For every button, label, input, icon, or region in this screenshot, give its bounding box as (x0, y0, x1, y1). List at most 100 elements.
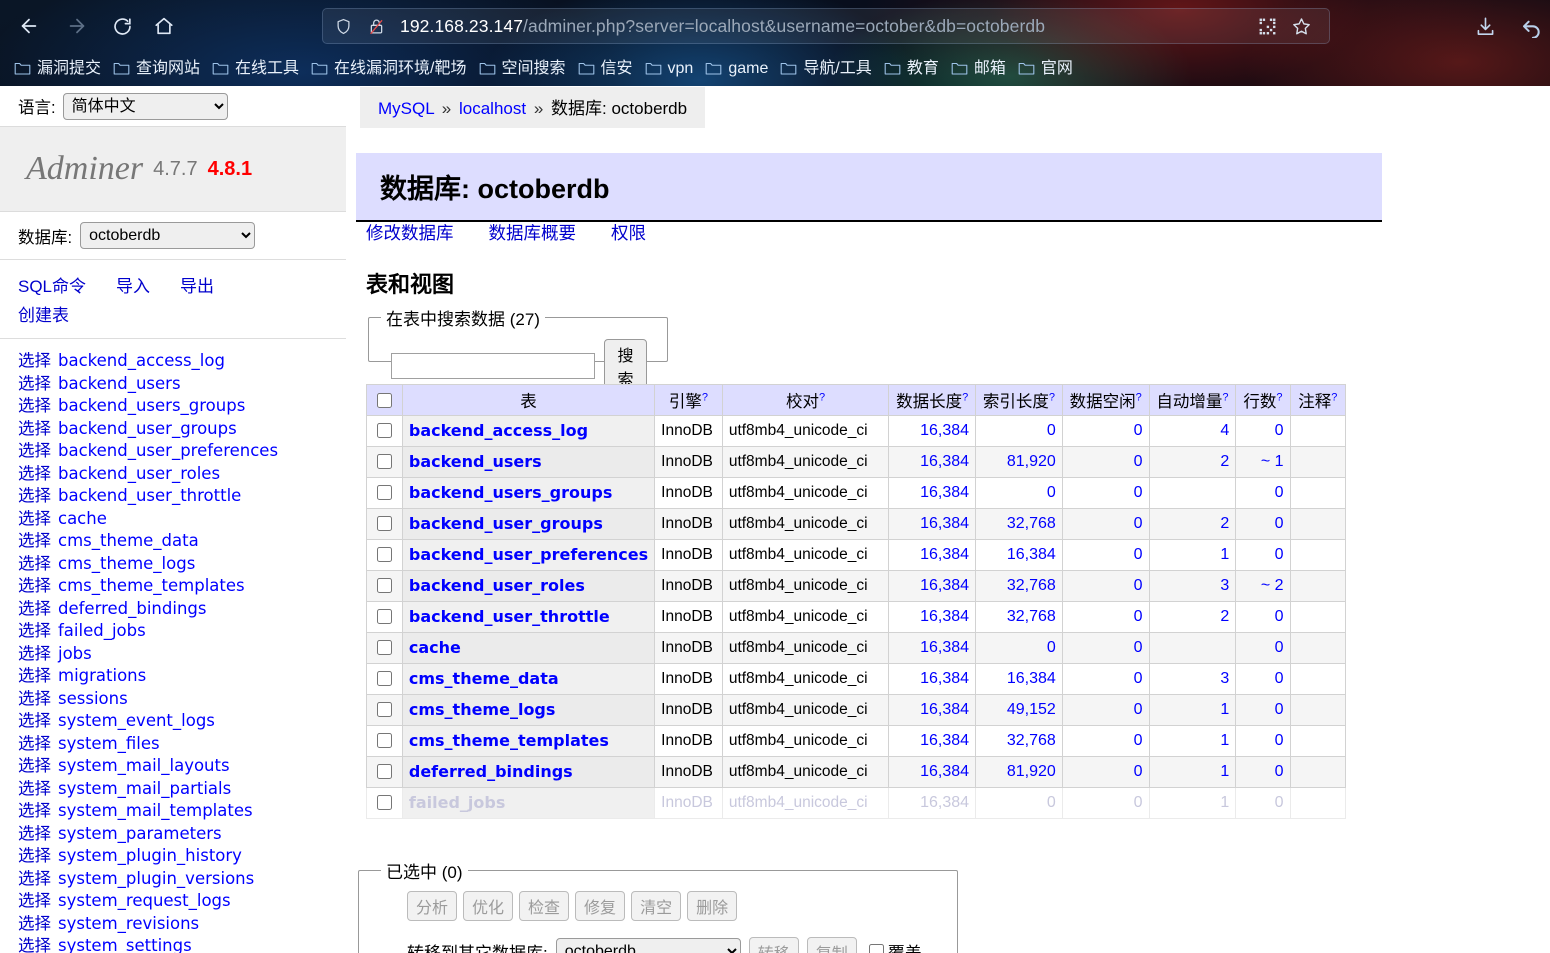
rows-cell-link[interactable]: 0 (1275, 732, 1284, 749)
home-icon[interactable] (145, 7, 183, 45)
table-name-link[interactable]: backend_user_roles (409, 576, 585, 595)
data-length-cell-link[interactable]: 16,384 (920, 639, 969, 656)
data-length-cell[interactable]: 16,384 (888, 601, 977, 633)
bookmark-item[interactable]: 空间搜索 (474, 56, 573, 82)
rows-cell-link[interactable]: ~ 1 (1261, 453, 1284, 470)
index-length-cell-link[interactable]: 0 (1047, 794, 1056, 811)
sidebar-select-link[interactable]: 选择 (18, 555, 51, 573)
data-length-cell-link[interactable]: 16,384 (920, 453, 969, 470)
data-length-cell-link[interactable]: 16,384 (920, 701, 969, 718)
data-length-cell-link[interactable]: 16,384 (920, 515, 969, 532)
sidebar-select-link[interactable]: 选择 (18, 757, 51, 775)
index-length-cell-link[interactable]: 32,768 (1007, 577, 1056, 594)
data-free-cell-link[interactable]: 0 (1134, 794, 1143, 811)
rows-cell[interactable]: 0 (1235, 415, 1291, 447)
breadcrumb-host[interactable]: localhost (459, 99, 526, 118)
selected-action-4[interactable]: 清空 (631, 890, 682, 921)
index-length-cell[interactable]: 32,768 (975, 570, 1063, 602)
rows-cell[interactable]: ~ 2 (1235, 570, 1291, 602)
auto-increment-cell-link[interactable]: 1 (1220, 763, 1229, 780)
sidebar-table-link[interactable]: system_settings (58, 936, 192, 953)
data-length-cell[interactable]: 16,384 (888, 632, 977, 664)
rows-cell[interactable]: 0 (1235, 694, 1291, 726)
overwrite-checkbox[interactable] (868, 944, 884, 953)
data-free-cell-link[interactable]: 0 (1134, 515, 1143, 532)
rows-cell-link[interactable]: 0 (1275, 639, 1284, 656)
table-name-link[interactable]: deferred_bindings (409, 762, 573, 781)
database-select[interactable]: octoberdb (80, 222, 256, 249)
col-header-comment[interactable]: 注释? (1289, 384, 1347, 416)
bookmark-item[interactable]: 查询网站 (108, 56, 207, 82)
table-name-link[interactable]: backend_users_groups (409, 483, 613, 502)
sidebar-select-link[interactable]: 选择 (18, 397, 51, 415)
row-checkbox[interactable] (376, 578, 392, 594)
rows-cell[interactable]: 0 (1235, 477, 1291, 509)
help-marker-icon[interactable]: ? (702, 392, 708, 404)
rows-cell-link[interactable]: 0 (1275, 608, 1284, 625)
brand-new-version[interactable]: 4.8.1 (208, 158, 252, 181)
auto-increment-cell-link[interactable]: 4 (1220, 422, 1229, 439)
quicklink-3[interactable]: 创建表 (18, 301, 69, 326)
row-checkbox[interactable] (376, 454, 392, 470)
col-header-data-free[interactable]: 数据空闲? (1061, 384, 1150, 416)
download-icon[interactable] (1466, 7, 1504, 45)
row-select-cell[interactable] (366, 756, 403, 788)
help-marker-icon[interactable]: ? (819, 392, 825, 404)
data-length-cell-link[interactable]: 16,384 (920, 608, 969, 625)
help-marker-icon[interactable]: ? (962, 392, 968, 404)
data-length-cell[interactable]: 16,384 (888, 694, 977, 726)
index-length-cell-link[interactable]: 0 (1047, 422, 1056, 439)
sidebar-table-link[interactable]: backend_user_groups (58, 419, 237, 438)
data-free-cell[interactable]: 0 (1061, 446, 1150, 478)
auto-increment-cell[interactable]: 2 (1148, 446, 1237, 478)
table-name-link[interactable]: cms_theme_logs (409, 700, 556, 719)
auto-increment-cell-link[interactable]: 1 (1220, 794, 1229, 811)
index-length-cell-link[interactable]: 49,152 (1007, 701, 1056, 718)
sidebar-select-link[interactable]: 选择 (18, 870, 51, 888)
row-checkbox[interactable] (376, 423, 392, 439)
data-length-cell[interactable]: 16,384 (888, 446, 977, 478)
col-header-engine[interactable]: 引擎? (654, 384, 723, 416)
auto-increment-cell[interactable]: 1 (1148, 539, 1237, 571)
data-length-cell-link[interactable]: 16,384 (920, 484, 969, 501)
data-free-cell-link[interactable]: 0 (1134, 484, 1143, 501)
data-free-cell[interactable]: 0 (1061, 508, 1150, 540)
row-checkbox[interactable] (376, 485, 392, 501)
rows-cell[interactable]: 0 (1235, 756, 1291, 788)
sidebar-table-link[interactable]: backend_users_groups (58, 396, 245, 415)
data-free-cell-link[interactable]: 0 (1134, 670, 1143, 687)
sidebar-select-link[interactable]: 选择 (18, 510, 51, 528)
address-bar[interactable]: 192.168.23.147/adminer.php?server=localh… (322, 8, 1330, 44)
rows-cell-link[interactable]: 0 (1275, 484, 1284, 501)
sidebar-table-link[interactable]: system_parameters (58, 824, 222, 843)
sidebar-table-link[interactable]: system_plugin_history (58, 846, 242, 865)
data-free-cell-link[interactable]: 0 (1134, 639, 1143, 656)
row-checkbox[interactable] (376, 764, 392, 780)
data-length-cell-link[interactable]: 16,384 (920, 577, 969, 594)
row-select-cell[interactable] (366, 508, 403, 540)
data-length-cell-link[interactable]: 16,384 (920, 732, 969, 749)
rows-cell-link[interactable]: 0 (1275, 670, 1284, 687)
data-free-cell[interactable]: 0 (1061, 663, 1150, 695)
row-select-cell[interactable] (366, 694, 403, 726)
data-free-cell[interactable]: 0 (1061, 415, 1150, 447)
col-header-auto-increment[interactable]: 自动增量? (1148, 384, 1237, 416)
row-checkbox[interactable] (376, 516, 392, 532)
bookmark-item[interactable]: 在线漏洞环境/靶场 (306, 56, 473, 82)
col-header-collation[interactable]: 校对? (721, 384, 890, 416)
index-length-cell-link[interactable]: 16,384 (1007, 670, 1056, 687)
quicklink-0[interactable]: SQL命令 (18, 272, 86, 297)
row-select-cell[interactable] (366, 725, 403, 757)
data-length-cell[interactable]: 16,384 (888, 539, 977, 571)
table-name-link[interactable]: cache (409, 638, 461, 657)
sidebar-table-link[interactable]: deferred_bindings (58, 599, 206, 618)
selected-action-0[interactable]: 分析 (407, 890, 458, 921)
sidebar-select-link[interactable]: 选择 (18, 937, 51, 953)
index-length-cell[interactable]: 0 (975, 632, 1063, 664)
bookmark-item[interactable]: vpn (640, 56, 701, 82)
selected-action-1[interactable]: 优化 (463, 890, 514, 921)
help-marker-icon[interactable]: ? (1331, 392, 1337, 404)
data-free-cell-link[interactable]: 0 (1134, 577, 1143, 594)
search-input[interactable] (391, 352, 595, 379)
sidebar-select-link[interactable]: 选择 (18, 577, 51, 595)
